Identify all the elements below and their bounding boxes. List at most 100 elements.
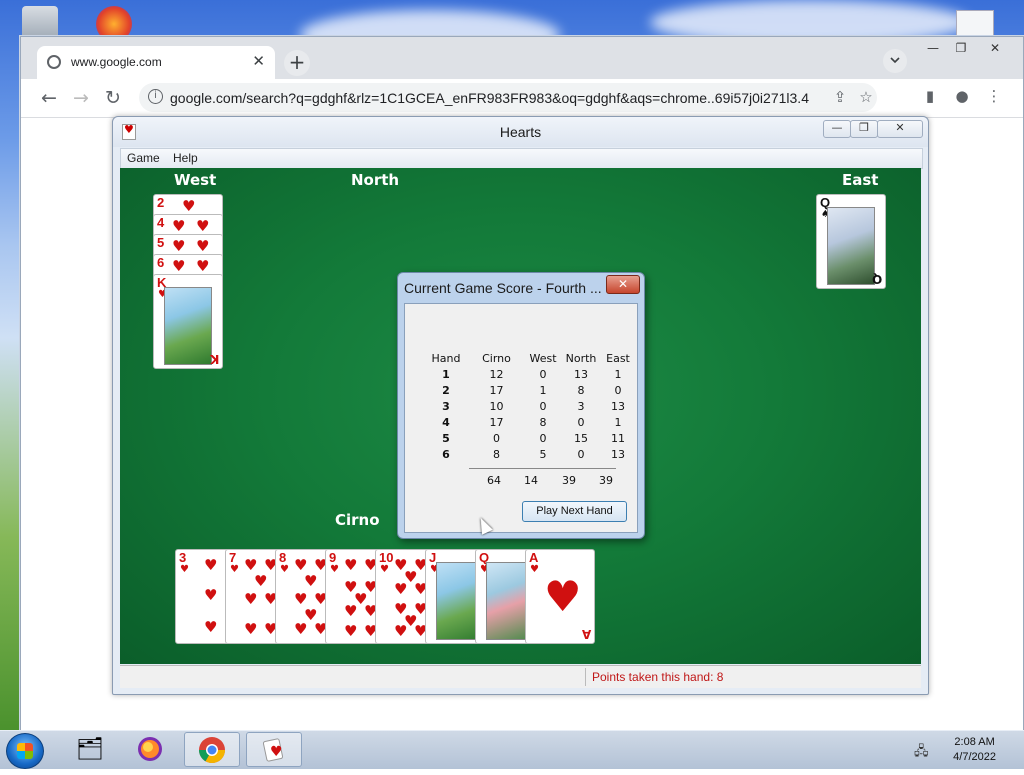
heart-icon: ♥ xyxy=(244,590,258,608)
total-cirno: 64 xyxy=(487,474,501,487)
hearts-close-button[interactable]: ✕ xyxy=(877,120,923,138)
forward-arrow-icon[interactable]: → xyxy=(69,86,93,110)
heart-icon: ♥ xyxy=(172,217,186,235)
hearts-titlebar: Hearts — ❐ ✕ xyxy=(113,117,928,147)
card-rank: 2 xyxy=(157,195,165,210)
heart-icon: ♥ xyxy=(294,590,308,608)
menu-kebab-icon[interactable]: ⋮ xyxy=(983,87,1005,105)
play-next-hand-button[interactable]: Play Next Hand xyxy=(522,501,627,522)
card-rank: 8 xyxy=(279,550,287,565)
heart-icon: ♥ xyxy=(394,622,408,640)
heart-icon: ♥ xyxy=(172,237,186,255)
col-cirno: Cirno xyxy=(482,351,511,365)
total-north: 39 xyxy=(562,474,576,487)
tab-title: www.google.com xyxy=(71,55,162,69)
col-north: North xyxy=(565,351,597,365)
card-rank-inverted: K xyxy=(209,352,219,366)
heart-icon: ♥ xyxy=(344,622,358,640)
firefox-taskbar-icon[interactable] xyxy=(122,732,178,767)
heart-icon: ♥ xyxy=(380,564,389,575)
card-rank: 7 xyxy=(229,550,237,565)
new-tab-button[interactable]: + xyxy=(284,50,310,76)
totals-divider xyxy=(469,468,616,469)
heart-icon: ♥ xyxy=(294,556,308,574)
score-cell: 5 xyxy=(539,447,547,461)
card-rank: 10 xyxy=(379,550,394,565)
heart-icon: ♥ xyxy=(344,556,358,574)
chrome-taskbar-icon[interactable] xyxy=(184,732,240,767)
player-east-label: East xyxy=(842,171,879,189)
tab-close-icon[interactable]: ✕ xyxy=(252,52,265,70)
browser-tab[interactable]: www.google.com ✕ xyxy=(37,46,275,79)
score-cell: 13 xyxy=(574,367,588,381)
address-bar[interactable]: i google.com/search?q=gdghf&rlz=1C1GCEA_… xyxy=(139,83,877,112)
score-row: 6 8 5 0 13 xyxy=(423,446,636,462)
hearts-taskbar-icon[interactable]: ♥ xyxy=(246,732,302,767)
card-rank-inverted: Q xyxy=(871,272,882,286)
file-explorer-icon[interactable]: 🗂 xyxy=(62,732,118,767)
menu-game[interactable]: Game xyxy=(127,151,160,165)
heart-icon: ♥ xyxy=(180,564,189,575)
minimize-button[interactable]: — xyxy=(919,41,947,57)
player-west-label: West xyxy=(174,171,217,189)
heart-icon: ♥ xyxy=(182,197,196,215)
score-cell: 0 xyxy=(577,447,585,461)
tab-search-button[interactable] xyxy=(883,49,907,73)
heart-icon: ♥ xyxy=(280,564,289,575)
url-text[interactable]: google.com/search?q=gdghf&rlz=1C1GCEA_en… xyxy=(170,90,810,106)
start-button[interactable] xyxy=(6,733,44,769)
clock[interactable]: 2:08 AM 4/7/2022 xyxy=(953,735,996,765)
score-cell: 0 xyxy=(539,399,547,413)
col-east: East xyxy=(606,351,630,365)
chevron-down-icon xyxy=(890,57,900,64)
chrome-logo-icon xyxy=(198,737,226,764)
total-east: 39 xyxy=(599,474,613,487)
network-icon[interactable]: 🖧 xyxy=(914,742,929,764)
heart-icon: ♥ xyxy=(204,556,218,574)
score-table: Hand Cirno West North East 1 12 0 13 1 2… xyxy=(423,350,636,462)
close-window-button[interactable]: ✕ xyxy=(981,41,1009,57)
score-cell: 17 xyxy=(489,383,504,397)
share-icon[interactable]: ⇪ xyxy=(829,88,851,106)
heart-icon: ♥ xyxy=(344,602,358,620)
heart-icon: ♥ xyxy=(394,580,408,598)
reload-icon[interactable]: ↻ xyxy=(101,86,125,110)
bookmark-star-icon[interactable]: ☆ xyxy=(855,88,877,106)
card-rank: 3 xyxy=(179,550,187,565)
card-rank: A xyxy=(529,550,539,565)
globe-icon xyxy=(47,55,61,69)
heart-icon: ♥ xyxy=(230,564,239,575)
dialog-body: Hand Cirno West North East 1 12 0 13 1 2… xyxy=(404,303,638,533)
heart-icon: ♥ xyxy=(330,564,339,575)
heart-icon: ♥ xyxy=(294,620,308,638)
score-cell: 8 xyxy=(539,415,547,429)
score-cell: 12 xyxy=(489,367,504,381)
hand-card-ace[interactable]: A ♥ ♥ A xyxy=(525,549,595,644)
restore-button[interactable]: ❐ xyxy=(947,41,975,57)
side-panel-icon[interactable]: ▮ xyxy=(919,87,941,105)
dialog-close-button[interactable]: ✕ xyxy=(606,275,640,294)
score-cell: 0 xyxy=(539,431,547,445)
heart-icon: ♥ xyxy=(204,618,218,636)
heart-icon: ♥ xyxy=(254,572,268,590)
score-cell: 8 xyxy=(577,383,585,397)
menu-help[interactable]: Help xyxy=(173,151,198,165)
info-icon[interactable]: i xyxy=(148,89,163,104)
firefox-logo-icon xyxy=(138,737,162,761)
score-row: 5 0 0 15 11 xyxy=(423,430,636,446)
hearts-title: Hearts xyxy=(499,124,542,140)
west-card-king: K ♥ K xyxy=(153,274,223,369)
score-cell: 3 xyxy=(577,399,585,413)
card-face-art xyxy=(164,287,212,365)
back-arrow-icon[interactable]: ← xyxy=(37,86,61,110)
points-status: Points taken this hand: 8 xyxy=(592,670,724,684)
hand-number: 6 xyxy=(442,447,450,461)
hearts-minimize-button[interactable]: — xyxy=(823,120,851,138)
hearts-restore-button[interactable]: ❐ xyxy=(850,120,878,138)
card-rank-inverted: A xyxy=(581,627,591,641)
profile-avatar-icon[interactable]: ● xyxy=(951,87,973,105)
status-bar: Points taken this hand: 8 xyxy=(120,665,921,688)
score-cell: 13 xyxy=(611,447,625,461)
score-cell: 0 xyxy=(577,415,585,429)
windows-logo-icon xyxy=(17,743,33,759)
